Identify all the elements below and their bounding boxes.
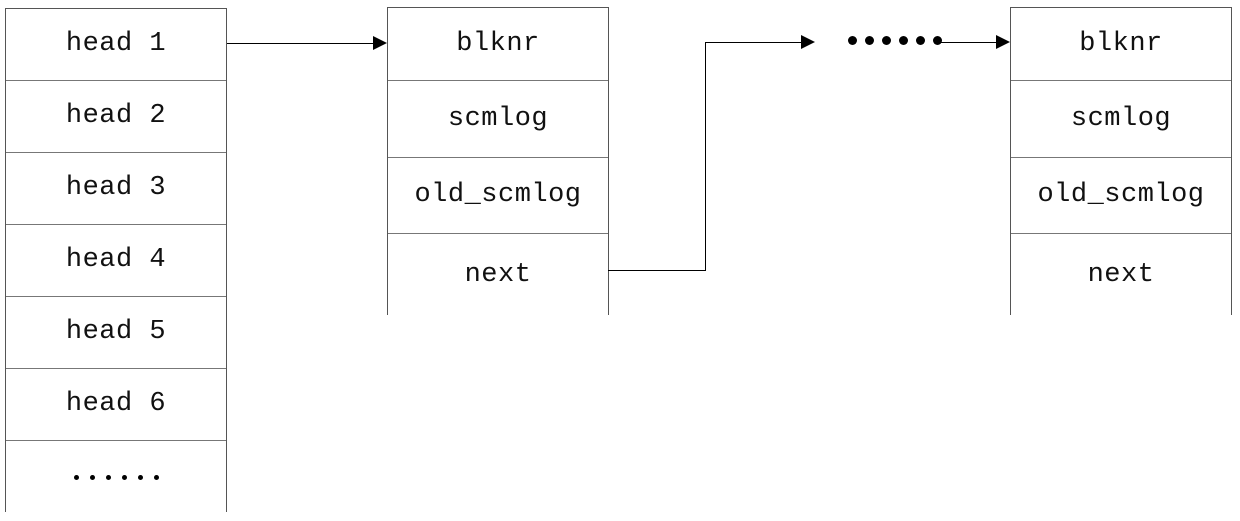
head-array-row-4: head 4: [6, 225, 226, 297]
connector-next-elbow-segment-vertical: [705, 42, 706, 271]
head-array-row-3: head 3: [6, 153, 226, 225]
first-node-field-next: next: [388, 234, 608, 316]
ellipsis-dot: [882, 36, 891, 45]
head-array-row-6: head 6: [6, 369, 226, 441]
first-node-field-scmlog: scmlog: [388, 81, 608, 158]
inline-ellipsis-dots-icon: [848, 36, 942, 45]
connector-next-elbow-segment-bottom: [608, 270, 706, 271]
ellipsis-dot: [153, 474, 159, 480]
head-array-row-1: head 1: [6, 9, 226, 81]
connector-to-last-node-line: [940, 42, 998, 43]
first-node-label-next: next: [464, 259, 532, 290]
connector-to-last-node-arrowhead-icon: [996, 35, 1010, 49]
head-array-row-ellipsis: [6, 441, 226, 513]
last-node-label-scmlog: scmlog: [1070, 103, 1172, 134]
ellipsis-dot: [933, 36, 942, 45]
head-array-row-2: head 2: [6, 81, 226, 153]
head-array-label-5: head 5: [65, 317, 167, 347]
first-node-label-blknr: blknr: [456, 28, 540, 59]
last-node-field-blknr: blknr: [1011, 8, 1231, 81]
ellipsis-dots-icon: [73, 474, 159, 480]
ellipsis-dot: [105, 474, 111, 480]
first-node-label-old-scmlog: old_scmlog: [414, 180, 582, 210]
first-node-label-scmlog: scmlog: [447, 103, 549, 134]
ellipsis-dot: [89, 474, 95, 480]
head-array-label-4: head 4: [65, 245, 167, 275]
last-node-label-next: next: [1087, 259, 1155, 290]
head-array-table: head 1 head 2 head 3 head 4 head 5 head …: [5, 8, 227, 513]
ellipsis-dot: [916, 36, 925, 45]
ellipsis-dot: [848, 36, 857, 45]
first-node-field-old-scmlog: old_scmlog: [388, 158, 608, 234]
head-array-label-2: head 2: [65, 101, 167, 131]
ellipsis-dot: [121, 474, 127, 480]
last-node-field-next: next: [1011, 234, 1231, 316]
ellipsis-dot: [137, 474, 143, 480]
head-array-label-6: head 6: [65, 389, 167, 419]
last-node-label-old-scmlog: old_scmlog: [1037, 180, 1205, 210]
ellipsis-dot: [73, 474, 79, 480]
last-node-label-blknr: blknr: [1079, 28, 1163, 59]
first-node-box: blknr scmlog old_scmlog next: [387, 7, 609, 316]
last-node-field-old-scmlog: old_scmlog: [1011, 158, 1231, 234]
head-array-label-1: head 1: [65, 29, 167, 59]
head-array-row-5: head 5: [6, 297, 226, 369]
last-node-field-scmlog: scmlog: [1011, 81, 1231, 158]
ellipsis-dot: [899, 36, 908, 45]
diagram-canvas: head 1 head 2 head 3 head 4 head 5 head …: [0, 0, 1240, 521]
connector-next-elbow-arrowhead-icon: [801, 35, 815, 49]
connector-head-to-first-node-arrowhead-icon: [373, 36, 387, 50]
connector-next-elbow-segment-top: [705, 42, 803, 43]
head-array-label-3: head 3: [65, 173, 167, 203]
first-node-field-blknr: blknr: [388, 8, 608, 81]
ellipsis-dot: [865, 36, 874, 45]
last-node-box: blknr scmlog old_scmlog next: [1010, 7, 1232, 316]
connector-head-to-first-node-line: [227, 43, 375, 44]
